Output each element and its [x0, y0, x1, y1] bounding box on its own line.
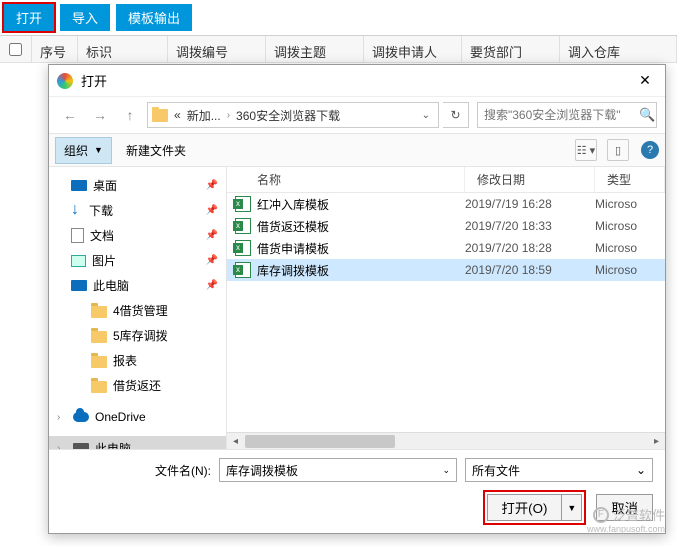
col-seq[interactable]: 序号	[32, 36, 78, 62]
close-icon[interactable]: ✕	[633, 72, 657, 89]
open-file-button[interactable]: 打开(O)	[487, 494, 563, 521]
col-applicant[interactable]: 调拨申请人	[364, 36, 462, 62]
crumb-ellipsis[interactable]: «	[174, 108, 181, 122]
col-type[interactable]: 类型	[595, 167, 665, 192]
pin-icon: 📌	[206, 180, 218, 191]
refresh-button[interactable]: ↻	[443, 102, 469, 128]
desktop-icon	[71, 180, 87, 191]
open-file-dialog: 打开 ✕ ← → ↑ « 新加... › 360安全浏览器下载 ⌄ ↻ 🔍 组织…	[48, 64, 666, 534]
folder-icon	[152, 109, 168, 122]
folder-icon	[91, 381, 107, 393]
cancel-button[interactable]: 取消	[596, 494, 653, 521]
pin-icon: 📌	[206, 255, 218, 266]
download-icon	[71, 204, 83, 218]
tree-folder-4[interactable]: 借货返还	[49, 373, 226, 398]
tree-onedrive[interactable]: ›OneDrive	[49, 406, 226, 428]
tree-folder-3[interactable]: 报表	[49, 348, 226, 373]
filename-input[interactable]: 库存调拨模板⌄	[219, 458, 457, 482]
cloud-icon	[73, 412, 89, 422]
scroll-left-icon[interactable]: ◂	[227, 436, 244, 447]
tree-desktop[interactable]: 桌面📌	[49, 173, 226, 198]
tree-folder-2[interactable]: 5库存调拨	[49, 323, 226, 348]
folder-icon	[91, 356, 107, 368]
folder-icon	[91, 306, 107, 318]
pin-icon: 📌	[206, 280, 218, 291]
tree-downloads[interactable]: 下载📌	[49, 198, 226, 223]
pc-icon	[73, 443, 89, 449]
folder-icon	[91, 331, 107, 343]
help-icon[interactable]: ?	[641, 141, 659, 159]
col-code[interactable]: 调拨编号	[168, 36, 266, 62]
chevron-down-icon: ▼	[94, 145, 103, 155]
tree-this-pc-2[interactable]: ›此电脑	[49, 436, 226, 449]
search-field[interactable]	[484, 108, 639, 122]
template-output-button[interactable]: 模板输出	[116, 4, 192, 31]
file-row[interactable]: 借货返还模板2019/7/20 18:33Microso	[227, 215, 665, 237]
breadcrumb[interactable]: « 新加... › 360安全浏览器下载 ⌄	[147, 102, 439, 128]
search-input[interactable]: 🔍	[477, 102, 657, 128]
preview-pane-button[interactable]: ▯	[607, 139, 629, 161]
new-folder-button[interactable]: 新建文件夹	[118, 138, 194, 163]
document-icon	[71, 228, 84, 243]
up-button[interactable]: ↑	[117, 102, 143, 128]
col-flag[interactable]: 标识	[78, 36, 168, 62]
organize-button[interactable]: 组织▼	[55, 137, 112, 164]
chevron-down-icon[interactable]: ⌄	[636, 463, 646, 477]
pin-icon: 📌	[206, 230, 218, 241]
col-name[interactable]: 名称	[227, 167, 465, 192]
chevron-right-icon: ›	[227, 110, 230, 121]
open-button[interactable]: 打开	[4, 4, 54, 31]
app-icon	[57, 73, 73, 89]
horizontal-scrollbar[interactable]: ◂ ▸	[227, 432, 665, 449]
expand-icon[interactable]: ›	[57, 412, 60, 423]
chevron-down-icon[interactable]: ⌄	[442, 465, 450, 476]
file-list-header: 名称 修改日期 类型	[227, 167, 665, 193]
view-options-button[interactable]: ☷ ▾	[575, 139, 597, 161]
file-row[interactable]: 借货申请模板2019/7/20 18:28Microso	[227, 237, 665, 259]
crumb-1[interactable]: 新加...	[187, 107, 221, 124]
file-row[interactable]: 红冲入库模板2019/7/19 16:28Microso	[227, 193, 665, 215]
forward-button[interactable]: →	[87, 102, 113, 128]
tree-documents[interactable]: 文档📌	[49, 223, 226, 248]
pin-icon: 📌	[206, 205, 218, 216]
file-row[interactable]: 库存调拨模板2019/7/20 18:59Microso	[227, 259, 665, 281]
tree-pictures[interactable]: 图片📌	[49, 248, 226, 273]
dialog-title: 打开	[81, 71, 633, 90]
folder-tree[interactable]: 桌面📌 下载📌 文档📌 图片📌 此电脑📌 4借货管理 5库存调拨 报表 借货返还…	[49, 167, 227, 449]
filename-label: 文件名(N):	[61, 462, 211, 479]
select-all-checkbox[interactable]	[9, 43, 22, 56]
col-in-warehouse[interactable]: 调入仓库	[560, 36, 677, 62]
file-filter-select[interactable]: 所有文件⌄	[465, 458, 653, 482]
grid-header: 序号 标识 调拨编号 调拨主题 调拨申请人 要货部门 调入仓库	[0, 35, 677, 63]
excel-icon	[235, 262, 251, 278]
search-icon: 🔍	[639, 107, 655, 123]
crumb-2[interactable]: 360安全浏览器下载	[236, 107, 340, 124]
scroll-right-icon[interactable]: ▸	[648, 436, 665, 447]
expand-icon[interactable]: ›	[57, 443, 60, 449]
col-date[interactable]: 修改日期	[465, 167, 595, 192]
excel-icon	[235, 240, 251, 256]
scroll-thumb[interactable]	[245, 435, 395, 448]
back-button[interactable]: ←	[57, 102, 83, 128]
excel-icon	[235, 196, 251, 212]
tree-folder-1[interactable]: 4借货管理	[49, 298, 226, 323]
picture-icon	[71, 255, 86, 267]
path-dropdown-icon[interactable]: ⌄	[418, 110, 434, 121]
import-button[interactable]: 导入	[60, 4, 110, 31]
tree-this-pc[interactable]: 此电脑📌	[49, 273, 226, 298]
col-subject[interactable]: 调拨主题	[266, 36, 364, 62]
open-dropdown-button[interactable]: ▼	[562, 494, 582, 521]
file-list[interactable]: 红冲入库模板2019/7/19 16:28Microso 借货返还模板2019/…	[227, 193, 665, 432]
open-button-group: 打开(O) ▼	[483, 490, 587, 525]
excel-icon	[235, 218, 251, 234]
col-dept[interactable]: 要货部门	[462, 36, 560, 62]
pc-icon	[71, 280, 87, 291]
